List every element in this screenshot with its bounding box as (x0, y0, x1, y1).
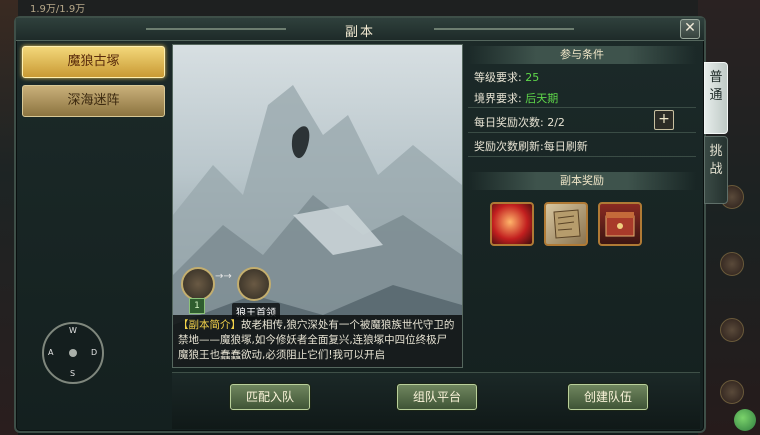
realm-requirement: 境界要求: 后天期 (474, 90, 558, 106)
window-title: 副本 (344, 25, 375, 40)
dpad-up-label: W (69, 326, 77, 335)
hud-skill-icon[interactable] (720, 252, 744, 276)
team-platform-button[interactable]: 组队平台 (397, 384, 477, 410)
tab-challenge-mode[interactable]: 挑 战 (704, 136, 728, 204)
path-arrow-icon: →→ (215, 271, 232, 282)
daily-reward-count: 每日奖励次数: 2/2 (474, 114, 565, 130)
add-count-button[interactable]: + (654, 110, 674, 130)
refresh-value: 每日刷新 (543, 140, 588, 153)
level-requirement: 等级要求: 25 (474, 69, 539, 85)
dpad-left-label: A (48, 348, 54, 357)
app-logo-icon (734, 409, 756, 431)
realm-label: 境界要求: (474, 92, 522, 105)
stage-count-badge: 1 (189, 298, 205, 314)
hud-hp-text: 1.9万/1.9万 (30, 4, 86, 15)
title-bar: 副本 ✕ (16, 18, 704, 41)
armor-chest-icon[interactable] (598, 202, 642, 246)
dungeon-scene-image: 1 →→ 狼王首领 【副本简介】故老相传,狼穴深处有一个被魔狼族世代守卫的禁地—… (172, 44, 463, 368)
dpad-down-label: S (70, 369, 76, 378)
scroll-map-glyph (553, 209, 581, 239)
tab-normal-mode[interactable]: 普 通 (704, 62, 728, 134)
armor-chest-glyph (605, 212, 635, 237)
movement-dpad[interactable]: W A D S (42, 322, 104, 384)
wolf-stage-node-icon[interactable] (181, 267, 215, 301)
dungeon-panel: 副本 ✕ 魔狼古塚 深海迷阵 W A D S 1 →→ 狼王首领 【副本简介】故… (14, 16, 728, 433)
create-team-button[interactable]: 创建队伍 (568, 384, 648, 410)
scroll-map-icon[interactable] (544, 202, 588, 246)
conditions-header: 参与条件 (468, 46, 696, 64)
reward-refresh: 奖励次数刷新:每日刷新 (474, 138, 588, 154)
level-value: 25 (525, 71, 540, 84)
dungeon-tab-wolf-tomb[interactable]: 魔狼古塚 (22, 46, 165, 78)
dpad-center (69, 349, 77, 357)
match-join-button[interactable]: 匹配入队 (230, 384, 310, 410)
rewards-header: 副本奖励 (468, 172, 696, 190)
divider (468, 107, 696, 108)
divider (468, 156, 696, 157)
daily-label: 每日奖励次数: (474, 116, 544, 129)
dpad-right-label: D (91, 348, 98, 357)
refresh-label: 奖励次数刷新: (474, 140, 544, 153)
info-panel: 参与条件 等级要求: 25 境界要求: 后天期 每日奖励次数: 2/2 + 奖励… (468, 44, 696, 374)
realm-value: 后天期 (525, 92, 559, 105)
red-orb-icon[interactable] (490, 202, 534, 246)
divider (468, 132, 696, 133)
level-label: 等级要求: (474, 71, 522, 84)
wolf-king-boss-icon[interactable] (237, 267, 271, 301)
dungeon-intro-text: 【副本简介】故老相传,狼穴深处有一个被魔狼族世代守卫的禁地——魔狼塚,如今修妖者… (173, 315, 462, 367)
daily-value: 2/2 (547, 116, 565, 129)
intro-tag: 【副本简介】 (178, 319, 241, 331)
hud-skill-icon[interactable] (720, 380, 744, 404)
dungeon-tab-deep-sea[interactable]: 深海迷阵 (22, 85, 165, 117)
close-button[interactable]: ✕ (680, 19, 700, 39)
hud-skill-icon[interactable] (720, 318, 744, 342)
